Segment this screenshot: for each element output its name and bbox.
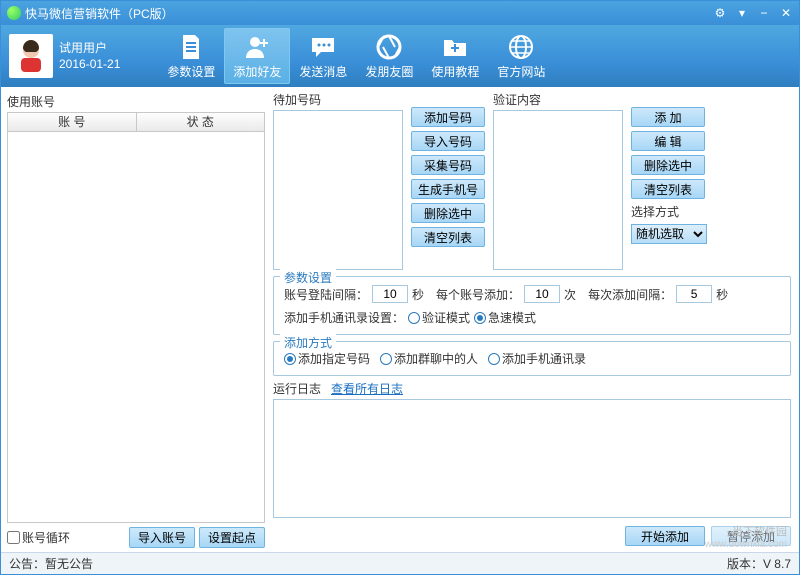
user-date: 2016-01-21 [59, 56, 120, 72]
clear-list-a-button[interactable]: 清空列表 [411, 227, 485, 247]
start-add-button[interactable]: 开始添加 [625, 526, 705, 546]
document-icon [177, 33, 205, 61]
select-mode-label: 选择方式 [631, 203, 707, 220]
folder-icon [441, 33, 469, 61]
account-table-body[interactable] [7, 132, 265, 523]
addmode-group: 添加方式 添加指定号码 添加群聊中的人 添加手机通讯录 [273, 341, 791, 376]
addmode-legend: 添加方式 [280, 334, 336, 351]
import-account-button[interactable]: 导入账号 [129, 527, 195, 548]
avatar [9, 34, 53, 78]
account-table-header: 账 号 状 态 [7, 112, 265, 132]
nav-moments[interactable]: 发朋友圈 [356, 28, 422, 84]
nav-website[interactable]: 官方网站 [488, 28, 554, 84]
gen-phone-button[interactable]: 生成手机号 [411, 179, 485, 199]
aperture-icon [375, 33, 403, 61]
select-mode-dropdown[interactable]: 随机选取 [631, 224, 707, 244]
clear-list-b-button[interactable]: 清空列表 [631, 179, 705, 199]
user-name: 试用用户 [59, 40, 120, 56]
statusbar: 公告：暂无公告 版本：V 8.7 [1, 552, 799, 574]
chat-icon [309, 33, 337, 61]
addmode-contacts-radio[interactable]: 添加手机通讯录 [488, 350, 586, 367]
window-title: 快马微信营销软件（PC版） [25, 5, 174, 22]
notice-text: 公告：暂无公告 [9, 555, 93, 572]
titlebar: 快马微信营销软件（PC版） ⚙ ▾ − ✕ [1, 1, 799, 25]
addmode-group-radio[interactable]: 添加群聊中的人 [380, 350, 478, 367]
pending-numbers-label: 待加号码 [273, 91, 403, 108]
app-header: 试用用户 2016-01-21 参数设置 添加好友 发送消息 发朋友圈 [1, 25, 799, 87]
settings-icon[interactable]: ⚙ [713, 6, 727, 20]
log-output[interactable] [273, 399, 791, 518]
verify-content-list[interactable] [493, 110, 623, 270]
view-all-logs-link[interactable]: 查看所有日志 [331, 380, 403, 397]
app-logo-icon [7, 6, 21, 20]
add-interval-input[interactable] [676, 285, 712, 303]
set-start-button[interactable]: 设置起点 [199, 527, 265, 548]
dropdown-icon[interactable]: ▾ [735, 6, 749, 20]
close-icon[interactable]: ✕ [779, 6, 793, 20]
pause-add-button[interactable]: 暂停添加 [711, 526, 791, 546]
loop-checkbox[interactable]: 账号循环 [7, 529, 70, 546]
version-text: 版本：V 8.7 [727, 555, 791, 572]
params-legend: 参数设置 [280, 269, 336, 286]
delete-selected-b-button[interactable]: 删除选中 [631, 155, 705, 175]
nav-tutorial[interactable]: 使用教程 [422, 28, 488, 84]
add-user-icon [243, 33, 271, 61]
minimize-icon[interactable]: − [757, 6, 771, 20]
main-nav: 参数设置 添加好友 发送消息 发朋友圈 使用教程 官方网站 [158, 28, 554, 84]
log-label: 运行日志 [273, 380, 321, 397]
sidebar-title: 使用账号 [7, 91, 265, 112]
globe-icon [507, 33, 535, 61]
nav-params[interactable]: 参数设置 [158, 28, 224, 84]
pending-numbers-list[interactable] [273, 110, 403, 270]
params-group: 参数设置 账号登陆间隔： 秒 每个账号添加： 次 每次添加间隔： 秒 添加手机通… [273, 276, 791, 335]
addmode-number-radio[interactable]: 添加指定号码 [284, 350, 370, 367]
login-interval-label: 账号登陆间隔： [284, 286, 368, 303]
per-account-input[interactable] [524, 285, 560, 303]
add-interval-label: 每次添加间隔： [588, 286, 672, 303]
add-number-button[interactable]: 添加号码 [411, 107, 485, 127]
col-account: 账 号 [8, 113, 137, 131]
per-account-label: 每个账号添加： [436, 286, 520, 303]
add-verify-button[interactable]: 添 加 [631, 107, 705, 127]
login-interval-input[interactable] [372, 285, 408, 303]
fast-mode-radio[interactable]: 急速模式 [474, 309, 536, 326]
nav-add-friend[interactable]: 添加好友 [224, 28, 290, 84]
import-number-button[interactable]: 导入号码 [411, 131, 485, 151]
nav-send-msg[interactable]: 发送消息 [290, 28, 356, 84]
delete-selected-a-button[interactable]: 删除选中 [411, 203, 485, 223]
verify-mode-radio[interactable]: 验证模式 [408, 309, 470, 326]
collect-number-button[interactable]: 采集号码 [411, 155, 485, 175]
verify-content-label: 验证内容 [493, 91, 623, 108]
edit-verify-button[interactable]: 编 辑 [631, 131, 705, 151]
col-status: 状 态 [137, 113, 265, 131]
contact-setting-label: 添加手机通讯录设置： [284, 309, 404, 326]
